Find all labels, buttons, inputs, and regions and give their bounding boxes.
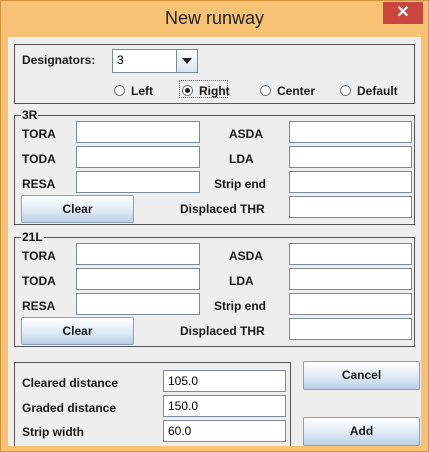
toda-label: TODA [22,152,56,166]
asda-input-b[interactable] [289,243,412,265]
lda-label: LDA [229,152,254,166]
title-bar[interactable]: New runway ✕ [1,1,428,37]
clear-button-b[interactable]: Clear [21,317,134,345]
resa-input-a[interactable] [76,171,200,193]
radio-left[interactable] [114,85,125,96]
designators-panel: Designators: 3 Left Right Center Default [14,44,415,104]
runway-a-panel: 3R TORA ASDA TODA LDA RESA Strip end Cle… [14,108,415,225]
tora-label: TORA [22,249,56,263]
dialog-content: Designators: 3 Left Right Center Default… [8,37,421,446]
graded-distance-input[interactable]: 150.0 [163,395,286,417]
radio-default-label[interactable]: Default [357,84,398,98]
resa-label: RESA [22,177,56,191]
cancel-button[interactable]: Cancel [303,361,420,390]
strip-end-input-b[interactable] [289,293,412,315]
displaced-thr-input-b[interactable] [289,318,412,340]
tora-input-b[interactable] [76,243,200,265]
clear-button-a[interactable]: Clear [21,195,134,223]
lda-input-a[interactable] [289,146,412,168]
cleared-distance-input[interactable]: 105.0 [163,370,286,392]
asda-label: ASDA [229,249,264,263]
strip-end-input-a[interactable] [289,171,412,193]
runway-b-legend: 21L [21,230,44,244]
toda-input-b[interactable] [76,268,200,290]
strip-width-label: Strip width [22,425,84,439]
strip-end-label: Strip end [214,177,267,191]
toda-input-a[interactable] [76,146,200,168]
lda-input-b[interactable] [289,268,412,290]
asda-input-a[interactable] [289,121,412,143]
designators-value: 3 [117,53,124,67]
displaced-thr-label: Displaced THR [180,324,265,338]
dialog-window: New runway ✕ Designators: 3 Left Right C… [0,0,429,452]
designators-label: Designators: [22,53,96,67]
toda-label: TODA [22,274,56,288]
cleared-distance-label: Cleared distance [22,376,119,390]
radio-center[interactable] [260,85,271,96]
add-button[interactable]: Add [303,417,420,446]
lda-label: LDA [229,274,254,288]
radio-right-label[interactable]: Right [199,84,230,98]
resa-label: RESA [22,299,56,313]
radio-default[interactable] [340,85,351,96]
displaced-thr-label: Displaced THR [180,202,265,216]
window-title: New runway [164,8,265,28]
asda-label: ASDA [229,127,264,141]
strip-parameters-panel: Cleared distance 105.0 Graded distance 1… [14,362,291,446]
designators-select[interactable]: 3 [112,49,198,73]
resa-input-b[interactable] [76,293,200,315]
radio-right[interactable] [182,85,193,96]
radio-dot [185,88,190,93]
radio-left-label[interactable]: Left [131,84,153,98]
dropdown-button[interactable] [176,50,197,72]
runway-b-panel: 21L TORA ASDA TODA LDA RESA Strip end Cl… [14,230,415,347]
tora-input-a[interactable] [76,121,200,143]
tora-label: TORA [22,127,56,141]
radio-center-label[interactable]: Center [277,84,315,98]
runway-a-legend: 3R [21,108,39,122]
graded-distance-label: Graded distance [22,401,117,415]
strip-end-label: Strip end [214,299,267,313]
chevron-down-icon [182,58,192,64]
close-icon[interactable]: ✕ [383,2,423,24]
displaced-thr-input-a[interactable] [289,196,412,218]
strip-width-input[interactable]: 60.0 [163,420,286,442]
